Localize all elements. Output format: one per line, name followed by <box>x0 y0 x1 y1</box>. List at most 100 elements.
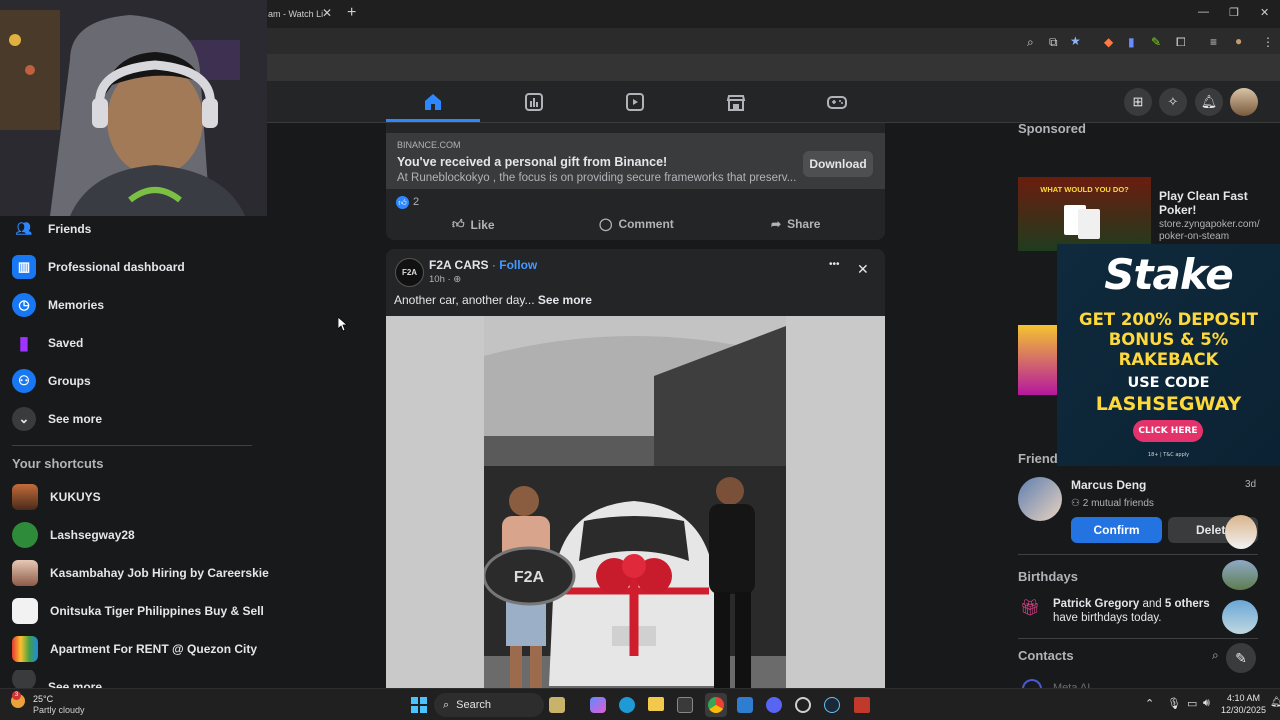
nav-marketplace-tab[interactable] <box>691 86 781 118</box>
friends-icon: 👥︎ <box>15 221 33 236</box>
sponsor-url[interactable]: store.zyngapoker.com/ poker-on-steam <box>1159 219 1269 243</box>
friend-request-avatar[interactable] <box>1018 477 1062 521</box>
confirm-button[interactable]: Confirm <box>1071 517 1162 543</box>
steam-icon[interactable] <box>824 697 840 713</box>
shortcut-thumbnail <box>12 522 38 548</box>
shortcut-label: KUKUYS <box>50 490 101 504</box>
extension-leaf-icon[interactable]: ✎ <box>1151 35 1161 49</box>
notifications-button[interactable]: 🔔︎ <box>1195 88 1223 116</box>
stake-use-code: USE CODE <box>1127 375 1210 391</box>
post-photo[interactable]: F2A <box>484 316 786 720</box>
clock-time[interactable]: 4:10 AM <box>1218 693 1260 703</box>
sidebar-item-professional-dashboard[interactable]: ▥ Professional dashboard <box>12 250 185 284</box>
microphone-icon[interactable]: 🎙︎ <box>1167 697 1181 710</box>
bookmark-star-icon[interactable]: ★ <box>1070 34 1081 48</box>
ad-link-preview[interactable]: BINANCE.COM You've received a personal g… <box>386 133 885 189</box>
account-avatar[interactable] <box>1230 88 1258 116</box>
sponsor2-image[interactable] <box>1018 325 1058 395</box>
more-options-icon[interactable]: ••• <box>829 259 840 270</box>
like-button[interactable]: 👍︎ Like <box>452 217 495 232</box>
new-tab-button[interactable]: + <box>347 4 356 22</box>
weather-condition[interactable]: Partly cloudy <box>33 705 85 715</box>
shortcuts-heading: Your shortcuts <box>12 456 104 471</box>
shortcut-thumbnail <box>12 560 38 586</box>
weather-temp[interactable]: 25°C <box>33 694 53 704</box>
nav-reels-tab[interactable] <box>590 86 680 118</box>
comment-button[interactable]: ◯ Comment <box>599 217 674 231</box>
taskbar-app-icon[interactable] <box>549 697 565 713</box>
shortcut-item[interactable]: Kasambahay Job Hiring by Careerskie <box>12 556 269 590</box>
minimize-button[interactable]: — <box>1198 6 1209 18</box>
shortcut-item[interactable]: KUKUYS <box>12 480 101 514</box>
network-icon[interactable]: ▭ <box>1187 697 1197 710</box>
sidebar-item-saved[interactable]: ▮ Saved <box>12 326 83 360</box>
file-explorer-icon[interactable] <box>648 697 664 711</box>
menu-grid-button[interactable]: ⊞ <box>1124 88 1152 116</box>
sidebar-item-friends[interactable]: 👥︎ Friends <box>12 212 92 246</box>
see-more-link[interactable]: See more <box>538 293 592 307</box>
nav-video-tab[interactable] <box>489 86 579 118</box>
page-avatar[interactable]: F2A <box>395 258 424 287</box>
discord-icon[interactable] <box>766 697 782 713</box>
maximize-button[interactable]: ❐ <box>1229 6 1239 19</box>
reading-list-icon[interactable]: ≡ <box>1210 35 1217 49</box>
stake-click-here-button[interactable]: CLICK HERE <box>1133 420 1203 442</box>
shortcut-item[interactable]: Onitsuka Tiger Philippines Buy & Sell <box>12 594 264 628</box>
floating-avatar[interactable] <box>1222 600 1258 634</box>
extensions-puzzle-icon[interactable]: ⧠ <box>1176 35 1186 50</box>
tray-chevron-up-icon[interactable]: ⌃ <box>1145 697 1154 710</box>
mail-icon[interactable] <box>737 697 753 713</box>
sponsor-image[interactable]: WHAT WOULD YOU DO? <box>1018 177 1151 251</box>
taskbar-search[interactable]: ⌕ Search <box>434 693 544 717</box>
shortcut-item[interactable]: Lashsegway28 <box>12 518 135 552</box>
page-name-link[interactable]: F2A CARS <box>429 258 489 272</box>
new-message-compose-icon[interactable]: ✎ <box>1226 643 1256 673</box>
birthday-text[interactable]: Patrick Gregory and 5 others have birthd… <box>1053 597 1223 625</box>
sidebar-item-groups[interactable]: ⚇ Groups <box>12 364 91 398</box>
volume-icon[interactable]: 🔊︎ <box>1203 697 1210 710</box>
close-window-button[interactable]: ✕ <box>1260 6 1269 19</box>
share-button[interactable]: ➦ Share <box>771 217 820 231</box>
browser-menu-icon[interactable]: ⋮ <box>1262 35 1274 49</box>
clock-date[interactable]: 12/30/2025 <box>1218 705 1266 715</box>
chrome-icon[interactable] <box>708 697 724 713</box>
friend-request-name[interactable]: Marcus Deng <box>1071 478 1146 492</box>
copilot-icon[interactable] <box>590 697 606 713</box>
groups-icon: ⚇ <box>12 369 36 393</box>
sidebar-item-label: Saved <box>48 336 84 350</box>
reaction-count[interactable]: 2 <box>413 196 419 208</box>
post-timestamp[interactable]: 10h · ⊕ <box>429 274 461 285</box>
sidebar-item-label: Friends <box>48 222 92 236</box>
extension-fox-icon[interactable]: ◆ <box>1104 35 1113 49</box>
sidebar-see-more[interactable]: ⌄ See more <box>12 402 102 436</box>
sidebar-item-memories[interactable]: ◷ Memories <box>12 288 104 322</box>
hide-post-close-icon[interactable]: ✕ <box>857 261 869 278</box>
obs-icon[interactable] <box>795 697 811 713</box>
profile-avatar-icon[interactable]: ● <box>1235 34 1242 48</box>
floating-avatar[interactable] <box>1222 560 1258 590</box>
shortcut-item[interactable]: Apartment For RENT @ Quezon City <box>12 632 257 666</box>
extension-shield-icon[interactable]: ▮ <box>1128 35 1135 49</box>
nav-gaming-tab[interactable] <box>792 86 882 118</box>
stake-ad-overlay[interactable]: Stake GET 200% DEPOSIT BONUS & 5% RAKEBA… <box>1057 244 1280 466</box>
floating-avatar[interactable] <box>1225 515 1257 549</box>
sponsor-image-text: WHAT WOULD YOU DO? <box>1040 185 1129 194</box>
sidebar-item-label: Memories <box>48 298 105 312</box>
notification-bell-icon[interactable]: 🔔︎ <box>1270 697 1280 708</box>
dota-icon[interactable] <box>854 697 870 713</box>
messenger-button[interactable]: ✧ <box>1159 88 1187 116</box>
download-button[interactable]: Download <box>803 151 873 177</box>
edge-browser-icon[interactable] <box>619 697 635 713</box>
nav-home-tab[interactable] <box>388 86 478 118</box>
shortcuts-see-more[interactable]: See more <box>12 670 102 688</box>
cast-icon[interactable]: ⧉ <box>1049 35 1058 50</box>
comment-label: Comment <box>618 217 674 231</box>
zoom-icon[interactable]: ⌕ <box>1027 35 1034 50</box>
follow-button[interactable]: Follow <box>499 258 537 272</box>
chevron-down-icon <box>12 670 36 688</box>
sponsor-title[interactable]: Play Clean Fast Poker! <box>1159 189 1269 217</box>
windows-start-icon[interactable] <box>411 697 427 713</box>
contacts-search-icon[interactable]: ⌕ <box>1212 648 1219 663</box>
tab-close-icon[interactable]: ✕ <box>322 6 332 20</box>
store-icon[interactable] <box>677 697 693 713</box>
